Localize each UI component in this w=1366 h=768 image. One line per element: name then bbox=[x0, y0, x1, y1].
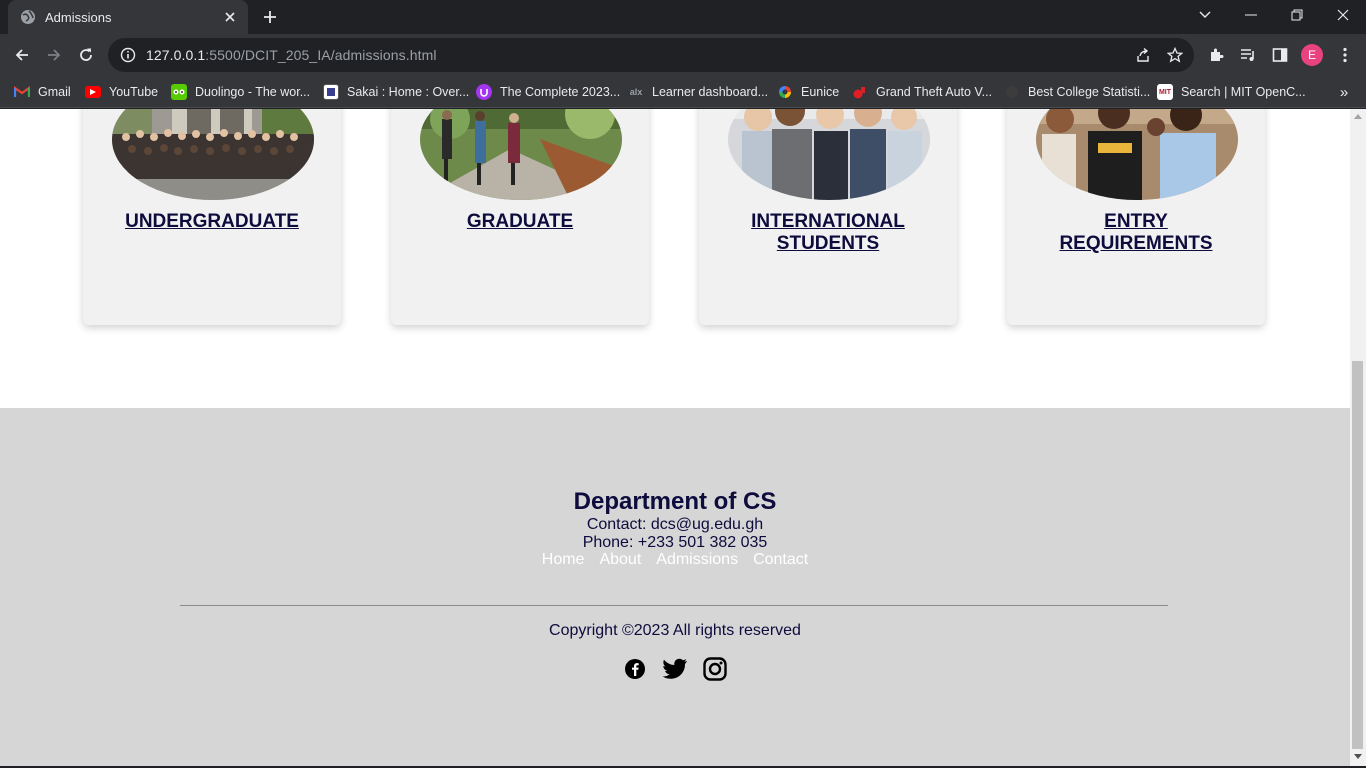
alx-icon: alx bbox=[629, 87, 643, 97]
sakai-icon bbox=[323, 84, 339, 100]
bookmark-gmail[interactable]: Gmail bbox=[14, 82, 71, 102]
page-scrollbar[interactable] bbox=[1350, 109, 1366, 766]
close-icon[interactable] bbox=[222, 9, 238, 25]
entry-requirements-photo bbox=[1036, 109, 1238, 200]
social-links bbox=[0, 656, 1350, 682]
department-name: Department of CS bbox=[573, 488, 777, 515]
extensions-icon[interactable] bbox=[1203, 42, 1229, 68]
side-panel-icon[interactable] bbox=[1267, 42, 1293, 68]
graduate-photo bbox=[420, 109, 622, 200]
footer-link-admissions[interactable]: Admissions bbox=[656, 551, 738, 569]
site-footer: Department of CS Contact: dcs@ug.edu.gh … bbox=[0, 408, 1350, 766]
menu-kebab-icon[interactable] bbox=[1332, 42, 1358, 68]
admission-cards: UNDERGRADUATE GRADUATE INTERNATIONAL STU… bbox=[0, 109, 1350, 329]
instagram-icon[interactable] bbox=[702, 656, 728, 682]
bookmark-udemy[interactable]: The Complete 2023... bbox=[476, 82, 620, 102]
tab-strip: Admissions bbox=[0, 0, 1366, 34]
reload-icon[interactable] bbox=[72, 41, 100, 69]
close-window-button[interactable] bbox=[1320, 0, 1366, 30]
facebook-icon[interactable] bbox=[622, 656, 648, 682]
mit-icon: MIT bbox=[1157, 84, 1173, 100]
card-graduate[interactable]: GRADUATE bbox=[391, 109, 649, 325]
bookmark-best-college[interactable]: Best College Statisti... bbox=[1004, 82, 1150, 102]
profile-avatar[interactable]: E bbox=[1301, 44, 1323, 66]
scrollbar-thumb[interactable] bbox=[1352, 361, 1363, 749]
bookmark-eunice[interactable]: Eunice bbox=[777, 82, 839, 102]
udemy-icon bbox=[476, 84, 492, 100]
twitter-icon[interactable] bbox=[662, 656, 688, 682]
forward-icon[interactable] bbox=[40, 41, 68, 69]
tab-title: Admissions bbox=[45, 9, 112, 25]
browser-toolbar: 127.0.0.1:5500/DCIT_205_IA/admissions.ht… bbox=[0, 34, 1366, 76]
back-icon[interactable] bbox=[8, 41, 36, 69]
card-title[interactable]: ENTRY REQUIREMENTS bbox=[1017, 211, 1255, 255]
card-entry-requirements[interactable]: ENTRY REQUIREMENTS bbox=[1007, 109, 1265, 325]
globe-icon bbox=[1004, 84, 1020, 100]
address-bar[interactable]: 127.0.0.1:5500/DCIT_205_IA/admissions.ht… bbox=[108, 38, 1194, 72]
bookmark-sakai[interactable]: Sakai : Home : Over... bbox=[323, 82, 469, 102]
footer-nav: Home About Admissions Contact bbox=[0, 551, 1350, 569]
bookmarks-overflow-icon[interactable]: » bbox=[1334, 82, 1354, 102]
bookmarks-bar: Gmail YouTube Duolingo - The wor... Saka… bbox=[0, 76, 1366, 108]
copyright-text: Copyright ©2023 All rights reserved bbox=[549, 622, 801, 639]
scroll-down-arrow[interactable] bbox=[1354, 754, 1362, 759]
footer-link-about[interactable]: About bbox=[599, 551, 641, 569]
share-icon[interactable] bbox=[1130, 42, 1156, 68]
bookmark-alx[interactable]: alx Learner dashboard... bbox=[628, 82, 768, 102]
tab-admissions[interactable]: Admissions bbox=[8, 0, 248, 34]
card-title[interactable]: UNDERGRADUATE bbox=[93, 211, 331, 233]
international-students-photo bbox=[728, 109, 930, 200]
undergraduate-photo bbox=[112, 109, 314, 200]
card-undergraduate[interactable]: UNDERGRADUATE bbox=[83, 109, 341, 325]
tab-search-icon[interactable] bbox=[1182, 0, 1228, 30]
new-tab-button[interactable] bbox=[258, 5, 282, 29]
site-info-icon[interactable] bbox=[120, 47, 136, 63]
gta-icon bbox=[852, 84, 868, 100]
youtube-icon bbox=[85, 86, 101, 98]
bookmark-mit[interactable]: MIT Search | MIT OpenC... bbox=[1157, 82, 1306, 102]
card-title[interactable]: GRADUATE bbox=[401, 211, 639, 233]
globe-icon bbox=[20, 9, 36, 25]
media-control-icon[interactable] bbox=[1235, 42, 1261, 68]
bookmark-youtube[interactable]: YouTube bbox=[85, 82, 158, 102]
eunice-icon bbox=[777, 84, 793, 100]
card-title[interactable]: INTERNATIONAL STUDENTS bbox=[709, 211, 947, 255]
minimize-button[interactable] bbox=[1228, 0, 1274, 30]
bookmark-star-icon[interactable] bbox=[1162, 42, 1188, 68]
footer-link-home[interactable]: Home bbox=[542, 551, 585, 569]
footer-divider bbox=[180, 605, 1168, 606]
bookmark-duolingo[interactable]: Duolingo - The wor... bbox=[171, 82, 310, 102]
restore-button[interactable] bbox=[1274, 0, 1320, 30]
contact-email: Contact: dcs@ug.edu.gh bbox=[586, 516, 764, 533]
bookmark-gta[interactable]: Grand Theft Auto V... bbox=[852, 82, 992, 102]
gmail-icon bbox=[14, 84, 30, 100]
url-text: 127.0.0.1:5500/DCIT_205_IA/admissions.ht… bbox=[146, 47, 437, 63]
card-international-students[interactable]: INTERNATIONAL STUDENTS bbox=[699, 109, 957, 325]
contact-phone: Phone: +233 501 382 035 bbox=[582, 534, 768, 551]
duolingo-icon bbox=[171, 84, 187, 100]
footer-link-contact[interactable]: Contact bbox=[753, 551, 808, 569]
scroll-up-arrow[interactable] bbox=[1354, 114, 1362, 119]
page-viewport: UNDERGRADUATE GRADUATE INTERNATIONAL STU… bbox=[0, 109, 1350, 766]
